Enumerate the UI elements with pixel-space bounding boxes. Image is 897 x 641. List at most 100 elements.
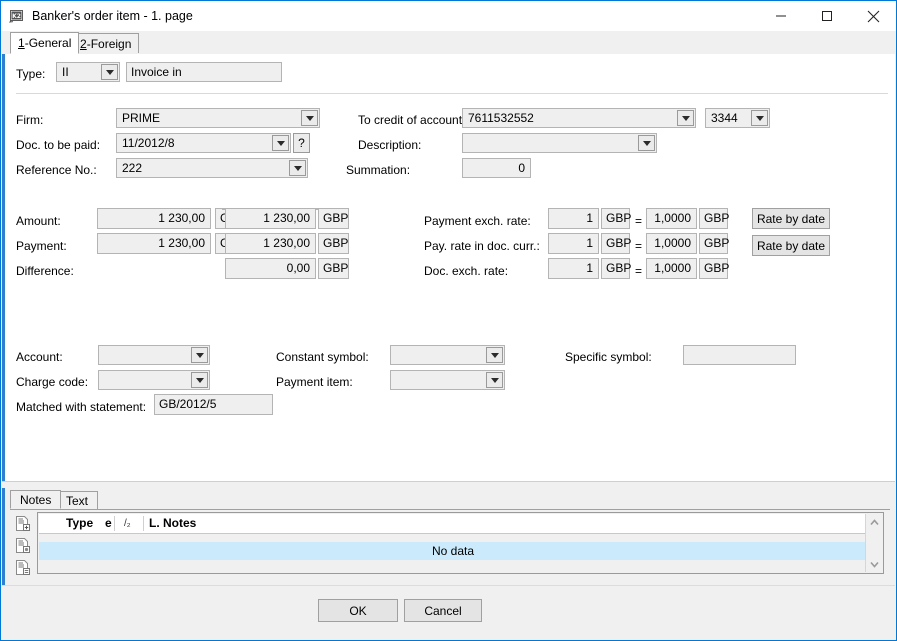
account-combo[interactable]	[98, 345, 210, 365]
firm-value: PRIME	[122, 111, 161, 125]
payment-exch-rate-currency-from: GBP	[601, 208, 631, 229]
firm-combo[interactable]: PRIME	[116, 108, 320, 128]
pay-rate-doc-curr-label: Pay. rate in doc. curr.:	[424, 239, 540, 253]
doc-exch-rate-amount[interactable]: 1	[548, 258, 599, 279]
column-header-lnotes[interactable]: L. Notes	[149, 514, 196, 533]
reference-no-label: Reference No.:	[16, 163, 97, 177]
pay-rate-doc-curr-amount[interactable]: 1	[548, 233, 599, 254]
payment-exch-rate-label: Payment exch. rate:	[424, 214, 531, 228]
difference-value: 0,00	[225, 258, 316, 279]
main-tab-strip: 1 - General 2 - Foreign	[2, 32, 895, 55]
chevron-down-icon[interactable]	[486, 372, 503, 388]
chevron-down-icon[interactable]	[289, 160, 306, 176]
amount-value-1[interactable]: 1 230,00	[97, 208, 211, 229]
scrollbar-thumb[interactable]	[866, 530, 882, 558]
payment-exch-rate-currency-to: GBP	[699, 208, 729, 229]
tab-general[interactable]: 1 - General	[10, 32, 80, 54]
scroll-down-icon[interactable]	[866, 556, 882, 572]
minimize-button[interactable]	[758, 1, 804, 31]
reference-no-value: 222	[122, 161, 143, 175]
payment-item-label: Payment item:	[276, 375, 353, 389]
specific-symbol-label: Specific symbol:	[565, 350, 652, 364]
notes-grid-body: Type e /₂ L. Notes No data	[39, 514, 867, 572]
notes-grid-scrollbar[interactable]	[865, 514, 882, 572]
minimize-icon	[775, 10, 787, 22]
tab-general-label: General	[28, 36, 72, 50]
type-code-combo[interactable]: II	[56, 62, 120, 82]
description-label: Description:	[358, 138, 422, 152]
notes-tab-strip: Notes Text	[10, 490, 890, 510]
firm-label: Firm:	[16, 113, 44, 127]
charge-code-label: Charge code:	[16, 375, 89, 389]
banker-order-item-window: K2 Banker's order item - 1. page 1 - Gen…	[0, 0, 897, 641]
to-credit-of-account-combo[interactable]: 7611532552	[462, 108, 696, 128]
panel-accent-bar	[2, 54, 5, 481]
charge-code-combo[interactable]	[98, 370, 210, 390]
notes-accent-bar	[2, 488, 5, 585]
difference-label: Difference:	[16, 264, 74, 278]
account-label: Account:	[16, 350, 63, 364]
general-tab-panel: Type: II Invoice in Firm: PRIME Doc. to …	[2, 54, 895, 482]
payment-value-2[interactable]: 1 230,00	[225, 233, 316, 254]
payment-exch-rate-amount[interactable]: 1	[548, 208, 599, 229]
chevron-down-icon[interactable]	[101, 64, 118, 80]
svg-text:K2: K2	[12, 13, 21, 20]
notes-grid: Type e /₂ L. Notes No data	[37, 512, 884, 574]
payment-item-combo[interactable]	[390, 370, 505, 390]
doc-to-be-paid-combo[interactable]: 11/2012/8	[116, 133, 291, 153]
payment-rate-by-date-button[interactable]: Rate by date	[752, 208, 830, 229]
chevron-down-icon[interactable]	[191, 347, 208, 363]
chevron-down-icon[interactable]	[272, 135, 289, 151]
tab-text[interactable]: Text	[56, 491, 99, 509]
doc-help-button[interactable]: ?	[293, 133, 310, 153]
constant-symbol-combo[interactable]	[390, 345, 505, 365]
column-header-type[interactable]: Type	[66, 514, 93, 533]
close-button[interactable]	[850, 1, 896, 31]
maximize-button[interactable]	[804, 1, 850, 31]
tab-notes[interactable]: Notes	[10, 490, 62, 509]
type-name-field[interactable]: Invoice in	[126, 62, 282, 82]
tab-foreign[interactable]: 2 - Foreign	[72, 33, 140, 53]
specific-symbol-field[interactable]	[683, 345, 796, 365]
window-controls	[758, 1, 896, 31]
bank-code-combo[interactable]: 3344	[705, 108, 770, 128]
doc-exch-rate-currency-from: GBP	[601, 258, 631, 279]
cancel-button[interactable]: Cancel	[404, 599, 482, 622]
chevron-down-icon[interactable]	[677, 110, 694, 126]
amount-value-2[interactable]: 1 230,00	[225, 208, 316, 229]
payment-exch-rate-value[interactable]: 1,0000	[646, 208, 697, 229]
notes-toolbar	[12, 512, 36, 582]
note-view-icon[interactable]	[12, 534, 34, 556]
description-combo[interactable]	[462, 133, 657, 153]
doc-exch-rate-value[interactable]: 1,0000	[646, 258, 697, 279]
difference-currency: GBP	[318, 258, 349, 279]
reference-no-combo[interactable]: 222	[116, 158, 308, 178]
matched-with-statement-label: Matched with statement:	[16, 400, 147, 414]
to-credit-of-account-value: 7611532552	[468, 111, 534, 125]
doc-to-be-paid-label: Doc. to be paid:	[16, 138, 101, 152]
k2-app-icon: K2	[9, 8, 25, 24]
note-copy-icon[interactable]	[12, 556, 34, 578]
scroll-up-icon[interactable]	[866, 514, 882, 530]
chevron-down-icon[interactable]	[301, 110, 318, 126]
chevron-down-icon[interactable]	[638, 135, 655, 151]
note-add-icon[interactable]	[12, 512, 34, 534]
chevron-down-icon[interactable]	[751, 110, 768, 126]
amount-label: Amount:	[16, 214, 61, 228]
ok-button[interactable]: OK	[318, 599, 398, 622]
window-title: Banker's order item - 1. page	[32, 9, 193, 23]
tab-general-accel: 1	[18, 36, 25, 50]
dialog-footer: OK Cancel	[2, 585, 895, 640]
payment-currency-2: GBP	[318, 233, 349, 254]
matched-with-statement-field[interactable]: GB/2012/5	[154, 394, 273, 415]
close-icon	[867, 10, 880, 23]
column-header-e[interactable]: e	[105, 514, 113, 533]
bank-code-value: 3344	[711, 111, 738, 125]
doc-exch-rate-currency-to: GBP	[699, 258, 729, 279]
chevron-down-icon[interactable]	[191, 372, 208, 388]
payment-value-1[interactable]: 1 230,00	[97, 233, 211, 254]
pay-rate-doc-curr-value[interactable]: 1,0000	[646, 233, 697, 254]
pay-rate-by-date-button[interactable]: Rate by date	[752, 235, 830, 256]
type-code-value: II	[62, 65, 69, 79]
chevron-down-icon[interactable]	[486, 347, 503, 363]
